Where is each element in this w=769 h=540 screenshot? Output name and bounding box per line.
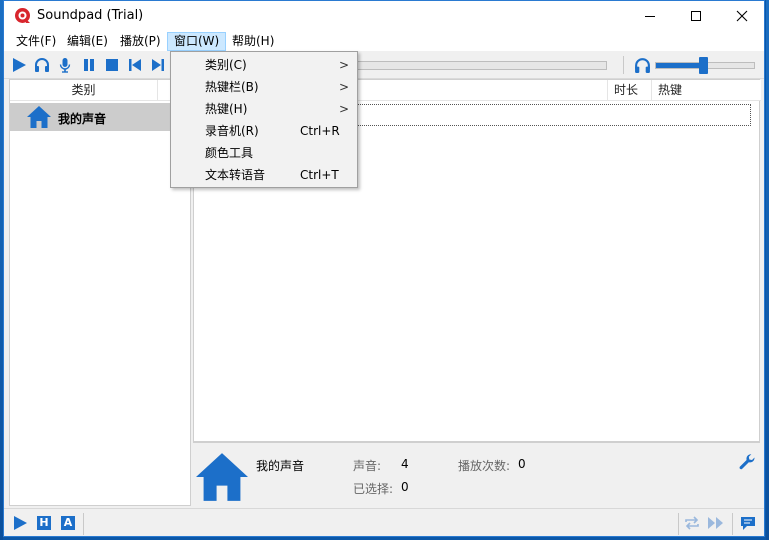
home-icon — [196, 453, 248, 501]
selected-count-label: 已选择: — [353, 482, 394, 496]
microphone-button[interactable] — [55, 55, 75, 75]
submenu-arrow-icon: > — [339, 102, 350, 116]
menu-edit[interactable]: 编辑(E) — [61, 32, 114, 51]
hotkey-bar-toggle-button[interactable]: H — [35, 514, 53, 532]
window-menu-item-hotkey-bar[interactable]: 热键栏(B) > — [172, 76, 356, 98]
sounds-count-label: 声音: — [353, 459, 382, 473]
repeat-button[interactable] — [683, 514, 701, 532]
soundpad-window: Soundpad (Trial) 文件(F) 编辑(E) 播放(P) 窗口(W)… — [3, 0, 765, 537]
play-count-label: 播放次数: — [458, 459, 511, 473]
submenu-arrow-icon: > — [339, 80, 350, 94]
category-label: 我的声音 — [58, 112, 107, 126]
headphones-icon — [634, 57, 650, 73]
maximize-icon — [691, 11, 701, 21]
menu-file[interactable]: 文件(F) — [10, 32, 62, 51]
category-column-header[interactable]: 类别 — [10, 80, 158, 101]
minimize-icon — [645, 16, 655, 17]
window-menu-item-categories[interactable]: 类别(C) > — [172, 54, 356, 76]
headphones-icon — [35, 58, 49, 72]
play-count-value: 0 — [518, 457, 526, 471]
window-menu-item-hotkeys[interactable]: 热键(H) > — [172, 98, 356, 120]
category-panel: 类别 我的声音 — [9, 79, 192, 506]
menu-window[interactable]: 窗口(W) — [167, 32, 227, 51]
category-info-panel: 我的声音 声音: 4 播放次数: 0 已选择: 0 — [193, 442, 760, 506]
pause-button[interactable] — [79, 55, 99, 75]
window-menu-item-recorder[interactable]: 录音机(R) Ctrl+R — [172, 120, 356, 142]
selected-count-value: 0 — [401, 480, 409, 494]
wrench-icon[interactable] — [738, 453, 756, 471]
chat-button[interactable] — [739, 514, 757, 532]
play-icon — [13, 58, 26, 72]
menu-help[interactable]: 帮助(H) — [226, 32, 280, 51]
category-row-my-sounds[interactable]: 我的声音 — [10, 103, 192, 131]
stop-icon — [106, 59, 118, 71]
close-icon — [736, 10, 748, 22]
info-category-title: 我的声音 — [256, 459, 305, 473]
title-bar: Soundpad (Trial) — [4, 1, 764, 31]
volume-slider[interactable] — [655, 57, 755, 74]
toolbar-divider — [623, 56, 624, 74]
speaker-monitor-button[interactable] — [632, 55, 652, 75]
menu-bar: 文件(F) 编辑(E) 播放(P) 窗口(W) 帮助(H) — [4, 31, 764, 51]
stop-button[interactable] — [102, 55, 122, 75]
status-divider-end — [732, 513, 733, 535]
previous-icon — [129, 59, 141, 71]
previous-button[interactable] — [125, 55, 145, 75]
fast-forward-icon — [708, 517, 723, 529]
soundpad-logo-icon — [15, 8, 30, 23]
play-button[interactable] — [9, 55, 29, 75]
close-button[interactable] — [719, 1, 764, 31]
pause-icon — [84, 59, 94, 71]
chat-icon — [741, 517, 755, 530]
sounds-count-value: 4 — [401, 457, 409, 471]
status-bar: H A — [4, 508, 764, 536]
auto-toggle-button[interactable]: A — [59, 514, 77, 532]
minimize-button[interactable] — [627, 1, 673, 31]
text-to-speech-shortcut: Ctrl+T — [300, 168, 339, 182]
window-title: Soundpad (Trial) — [37, 8, 144, 23]
headphones-button[interactable] — [32, 55, 52, 75]
status-divider-left — [83, 513, 84, 535]
volume-thumb[interactable] — [699, 57, 709, 74]
next-button[interactable] — [148, 55, 168, 75]
maximize-button[interactable] — [673, 1, 719, 31]
menu-play[interactable]: 播放(P) — [114, 32, 167, 51]
hotkey-column-header[interactable]: 热键 — [652, 80, 761, 101]
repeat-icon — [685, 516, 699, 530]
recorder-shortcut: Ctrl+R — [300, 124, 340, 138]
fast-forward-button[interactable] — [707, 514, 725, 532]
status-play-button[interactable] — [11, 514, 29, 532]
window-menu-dropdown: 类别(C) > 热键栏(B) > 热键(H) > 录音机(R) Ctrl+R 颜… — [170, 51, 358, 188]
auto-letter: A — [61, 516, 75, 530]
play-icon — [14, 516, 27, 530]
duration-column-header[interactable]: 时长 — [608, 80, 652, 101]
microphone-icon — [59, 58, 71, 73]
window-menu-item-color-tool[interactable]: 颜色工具 — [172, 142, 356, 164]
submenu-arrow-icon: > — [339, 58, 350, 72]
player-toolbar — [4, 51, 764, 79]
next-icon — [152, 59, 164, 71]
hotkey-letter: H — [37, 516, 51, 530]
home-icon — [27, 106, 51, 128]
window-menu-item-text-to-speech[interactable]: 文本转语音 Ctrl+T — [172, 164, 356, 186]
status-divider-right — [678, 513, 679, 535]
seek-bar[interactable] — [350, 61, 607, 70]
volume-fill — [656, 63, 704, 68]
